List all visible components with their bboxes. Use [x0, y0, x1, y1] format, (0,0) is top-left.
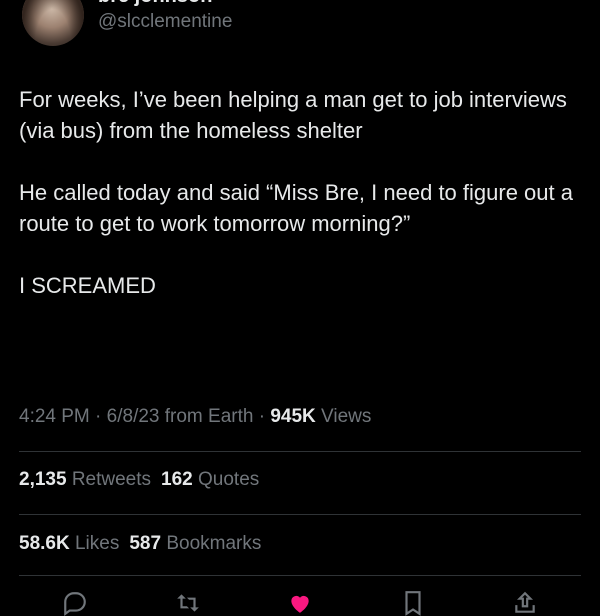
tweet-time[interactable]: 4:24 PM: [19, 406, 90, 427]
action-bar: [0, 586, 600, 616]
meta-separator: ·: [253, 406, 271, 427]
likes-count: 58.6K: [19, 533, 70, 554]
views-label: Views: [315, 406, 372, 427]
heart-icon[interactable]: [287, 590, 313, 616]
tweet-paragraph-1: For weeks, I’ve been helping a man get t…: [19, 87, 567, 143]
tweet-paragraph-3: I SCREAMED: [19, 273, 156, 298]
bookmarks-label: Bookmarks: [161, 533, 262, 554]
author-display-name[interactable]: bre johnson: [98, 0, 212, 8]
quotes-stat[interactable]: 162 Quotes: [161, 469, 259, 490]
bookmark-icon[interactable]: [400, 590, 426, 616]
avatar-image: [22, 0, 84, 46]
tweet-date[interactable]: 6/8/23: [107, 406, 160, 427]
divider: [19, 514, 581, 515]
meta-separator: ·: [89, 406, 107, 427]
quotes-count: 162: [161, 469, 193, 490]
divider: [19, 451, 581, 452]
tweet-source: from Earth: [159, 406, 254, 427]
tweet-meta: 4:24 PM · 6/8/23 from Earth · 945K Views: [19, 406, 371, 428]
quotes-label: Quotes: [192, 469, 260, 490]
retweets-stat[interactable]: 2,135 Retweets: [19, 469, 151, 490]
avatar[interactable]: [22, 0, 84, 46]
retweet-icon[interactable]: [175, 590, 201, 616]
retweets-count: 2,135: [19, 469, 67, 490]
likes-label: Likes: [69, 533, 120, 554]
share-icon[interactable]: [512, 590, 538, 616]
stats-row-shares: 2,135 Retweets 162 Quotes: [19, 469, 259, 491]
author-handle[interactable]: @slcclementine: [98, 11, 232, 33]
bookmarks-count: 587: [129, 533, 162, 554]
views-count: 945K: [270, 406, 316, 427]
stats-row-engagement: 58.6K Likes 587 Bookmarks: [19, 533, 261, 555]
retweets-label: Retweets: [66, 469, 152, 490]
tweet-text: For weeks, I’ve been helping a man get t…: [19, 84, 584, 301]
tweet-paragraph-2: He called today and said “Miss Bre, I ne…: [19, 180, 573, 236]
divider: [19, 575, 581, 576]
likes-stat[interactable]: 58.6K Likes: [19, 533, 119, 554]
bookmarks-stat[interactable]: 587 Bookmarks: [129, 533, 261, 554]
reply-icon[interactable]: [62, 590, 88, 616]
